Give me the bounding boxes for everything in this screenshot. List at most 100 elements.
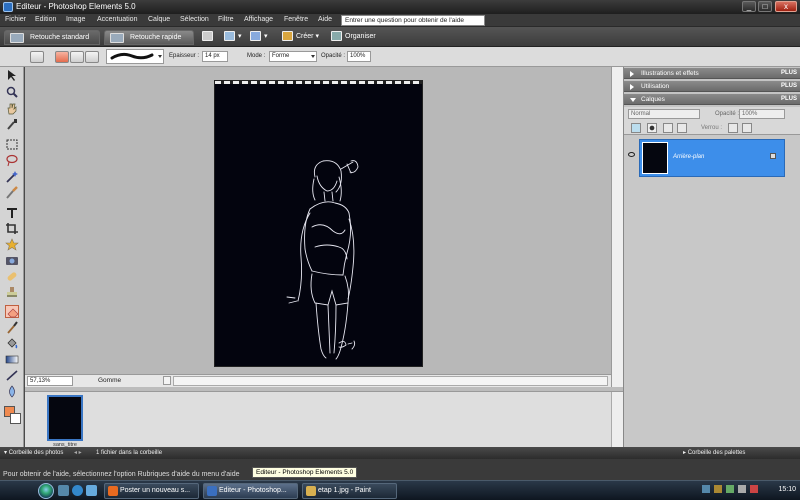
menu-accentuation[interactable]: Accentuation (97, 16, 137, 23)
quick-launch-ie-icon[interactable] (72, 485, 83, 496)
mode-select[interactable]: Forme (269, 51, 317, 62)
lock-all-icon[interactable] (742, 123, 752, 133)
minimize-button[interactable]: _ (742, 1, 756, 12)
cookie-cutter-tool-icon[interactable] (5, 238, 19, 251)
tray-network-icon[interactable] (702, 485, 710, 493)
menu-edition[interactable]: Edition (35, 16, 56, 23)
layer-name: Arrière-plan (673, 154, 705, 160)
tray-volume-icon[interactable] (738, 485, 746, 493)
gradient-tool-icon[interactable] (5, 353, 19, 366)
taskbar-item-paint[interactable]: etap 1.jpg - Paint (302, 483, 397, 499)
hand-tool-icon[interactable] (5, 102, 19, 115)
task-label: Poster un nouveau s... (120, 487, 191, 494)
magic-wand-tool-icon[interactable] (5, 170, 19, 183)
eraser-variant-icon[interactable] (55, 51, 69, 63)
link-layers-icon[interactable] (677, 123, 687, 133)
status-menu-arrow-icon[interactable] (163, 376, 171, 385)
zoom-field[interactable]: 57,13% (27, 376, 73, 386)
palette-more-button[interactable]: PLUS (781, 94, 797, 105)
print-button[interactable] (202, 31, 216, 43)
selection-brush-tool-icon[interactable] (5, 186, 19, 199)
taskbar-item-firefox[interactable]: Poster un nouveau s... (104, 483, 199, 499)
shape-tool-icon[interactable] (5, 369, 19, 382)
photo-bin-toggle[interactable]: ▾ Corbeille des photos (4, 447, 63, 459)
toolbox (0, 67, 24, 449)
marquee-tool-icon[interactable] (5, 138, 19, 151)
magic-eraser-icon[interactable] (85, 51, 99, 63)
tray-alert-icon[interactable] (750, 485, 758, 493)
taskbar-item-photoshop[interactable]: Editeur - Photoshop... (203, 483, 298, 499)
help-search-input[interactable]: Entrer une question pour obtenir de l'ai… (341, 15, 485, 26)
tray-app-icon[interactable] (714, 485, 722, 493)
eyedropper-tool-icon[interactable] (5, 118, 19, 131)
create-icon (282, 31, 293, 42)
tab-retouche-rapide[interactable]: Retouche rapide (104, 30, 194, 45)
palette-calques[interactable]: Calques PLUS (624, 94, 800, 105)
tool-options-bar: Epaisseur : 14 px Mode : Forme Opacité :… (0, 47, 800, 67)
layer-visibility-eye-icon[interactable] (628, 152, 635, 157)
document-status-bar: 57,13% Gomme (25, 374, 611, 387)
document-canvas[interactable] (214, 80, 423, 367)
layer-opacity-field[interactable]: 100% (739, 109, 785, 119)
palette-more-button[interactable]: PLUS (781, 81, 797, 92)
eraser-tool-icon[interactable] (5, 305, 19, 318)
photo-bin-thumbnail[interactable] (47, 395, 83, 441)
red-eye-tool-icon[interactable] (5, 254, 19, 267)
blend-mode-select[interactable]: Normal (628, 109, 700, 119)
menu-image[interactable]: Image (66, 16, 85, 23)
menu-fenetre[interactable]: Fenêtre (284, 16, 308, 23)
opacity-field[interactable]: 100% (347, 51, 371, 62)
close-button[interactable]: x (775, 1, 797, 12)
clone-stamp-tool-icon[interactable] (5, 286, 19, 299)
eraser-tool-option-icon[interactable] (30, 51, 44, 63)
brush-tool-icon[interactable] (5, 321, 19, 334)
menu-filtre[interactable]: Filtre (218, 16, 234, 23)
brush-preset-picker[interactable] (106, 49, 164, 64)
quick-launch-desktop-icon[interactable] (58, 485, 69, 496)
share-button[interactable]: ▾ (224, 31, 242, 43)
menu-selection[interactable]: Sélection (180, 16, 209, 23)
tab-label: Retouche standard (30, 34, 90, 41)
type-tool-icon[interactable] (5, 206, 19, 219)
canvas-vertical-scrollbar[interactable] (611, 67, 623, 387)
thickness-field[interactable]: 14 px (202, 51, 228, 62)
move-tool-icon[interactable] (5, 69, 19, 82)
canvas-horizontal-scrollbar[interactable] (173, 376, 608, 386)
lock-transparency-icon[interactable] (728, 123, 738, 133)
quick-fix-icon (110, 33, 124, 43)
palette-illustrations-effets[interactable]: Illustrations et effets PLUS (624, 68, 800, 79)
help-status-text: Pour obtenir de l'aide, sélectionnez l'o… (3, 471, 240, 478)
order-prints-button[interactable]: ▾ (250, 31, 268, 43)
tab-retouche-standard[interactable]: Retouche standard (4, 30, 100, 45)
paint-bucket-tool-icon[interactable] (5, 337, 19, 350)
windows-taskbar: Poster un nouveau s... Editeur - Photosh… (0, 480, 800, 500)
taskbar-clock[interactable]: 15:10 (778, 486, 796, 493)
layer-row-background[interactable]: Arrière-plan (639, 139, 785, 177)
menu-fichier[interactable]: Fichier (5, 16, 26, 23)
menu-calque[interactable]: Calque (148, 16, 170, 23)
healing-brush-tool-icon[interactable] (5, 270, 19, 283)
new-layer-icon[interactable] (631, 123, 641, 133)
quick-launch-switch-icon[interactable] (86, 485, 97, 496)
adjustment-layer-icon[interactable] (647, 123, 657, 133)
palette-more-button[interactable]: PLUS (781, 68, 797, 79)
menu-affichage[interactable]: Affichage (244, 16, 273, 23)
start-button[interactable] (38, 483, 54, 499)
background-color-swatch[interactable] (10, 413, 21, 424)
organize-button[interactable]: Organiser (331, 31, 376, 43)
blur-tool-icon[interactable] (5, 385, 19, 398)
background-eraser-icon[interactable] (70, 51, 84, 63)
delete-layer-icon[interactable] (663, 123, 673, 133)
photo-bin-scrollbar[interactable] (611, 392, 623, 447)
crop-tool-icon[interactable] (5, 222, 19, 235)
zoom-tool-icon[interactable] (5, 86, 19, 99)
create-button[interactable]: Créer ▾ (282, 31, 319, 43)
palette-bin-toggle[interactable]: ▸ Corbeille des palettes (683, 447, 745, 459)
tray-security-icon[interactable] (726, 485, 734, 493)
create-label: Créer (296, 33, 314, 40)
bin-nav-icon[interactable]: ◂ ▸ (74, 447, 82, 459)
menu-aide[interactable]: Aide (318, 16, 332, 23)
lasso-tool-icon[interactable] (5, 154, 19, 167)
maximize-button[interactable]: □ (758, 1, 772, 12)
palette-utilisation[interactable]: Utilisation PLUS (624, 81, 800, 92)
